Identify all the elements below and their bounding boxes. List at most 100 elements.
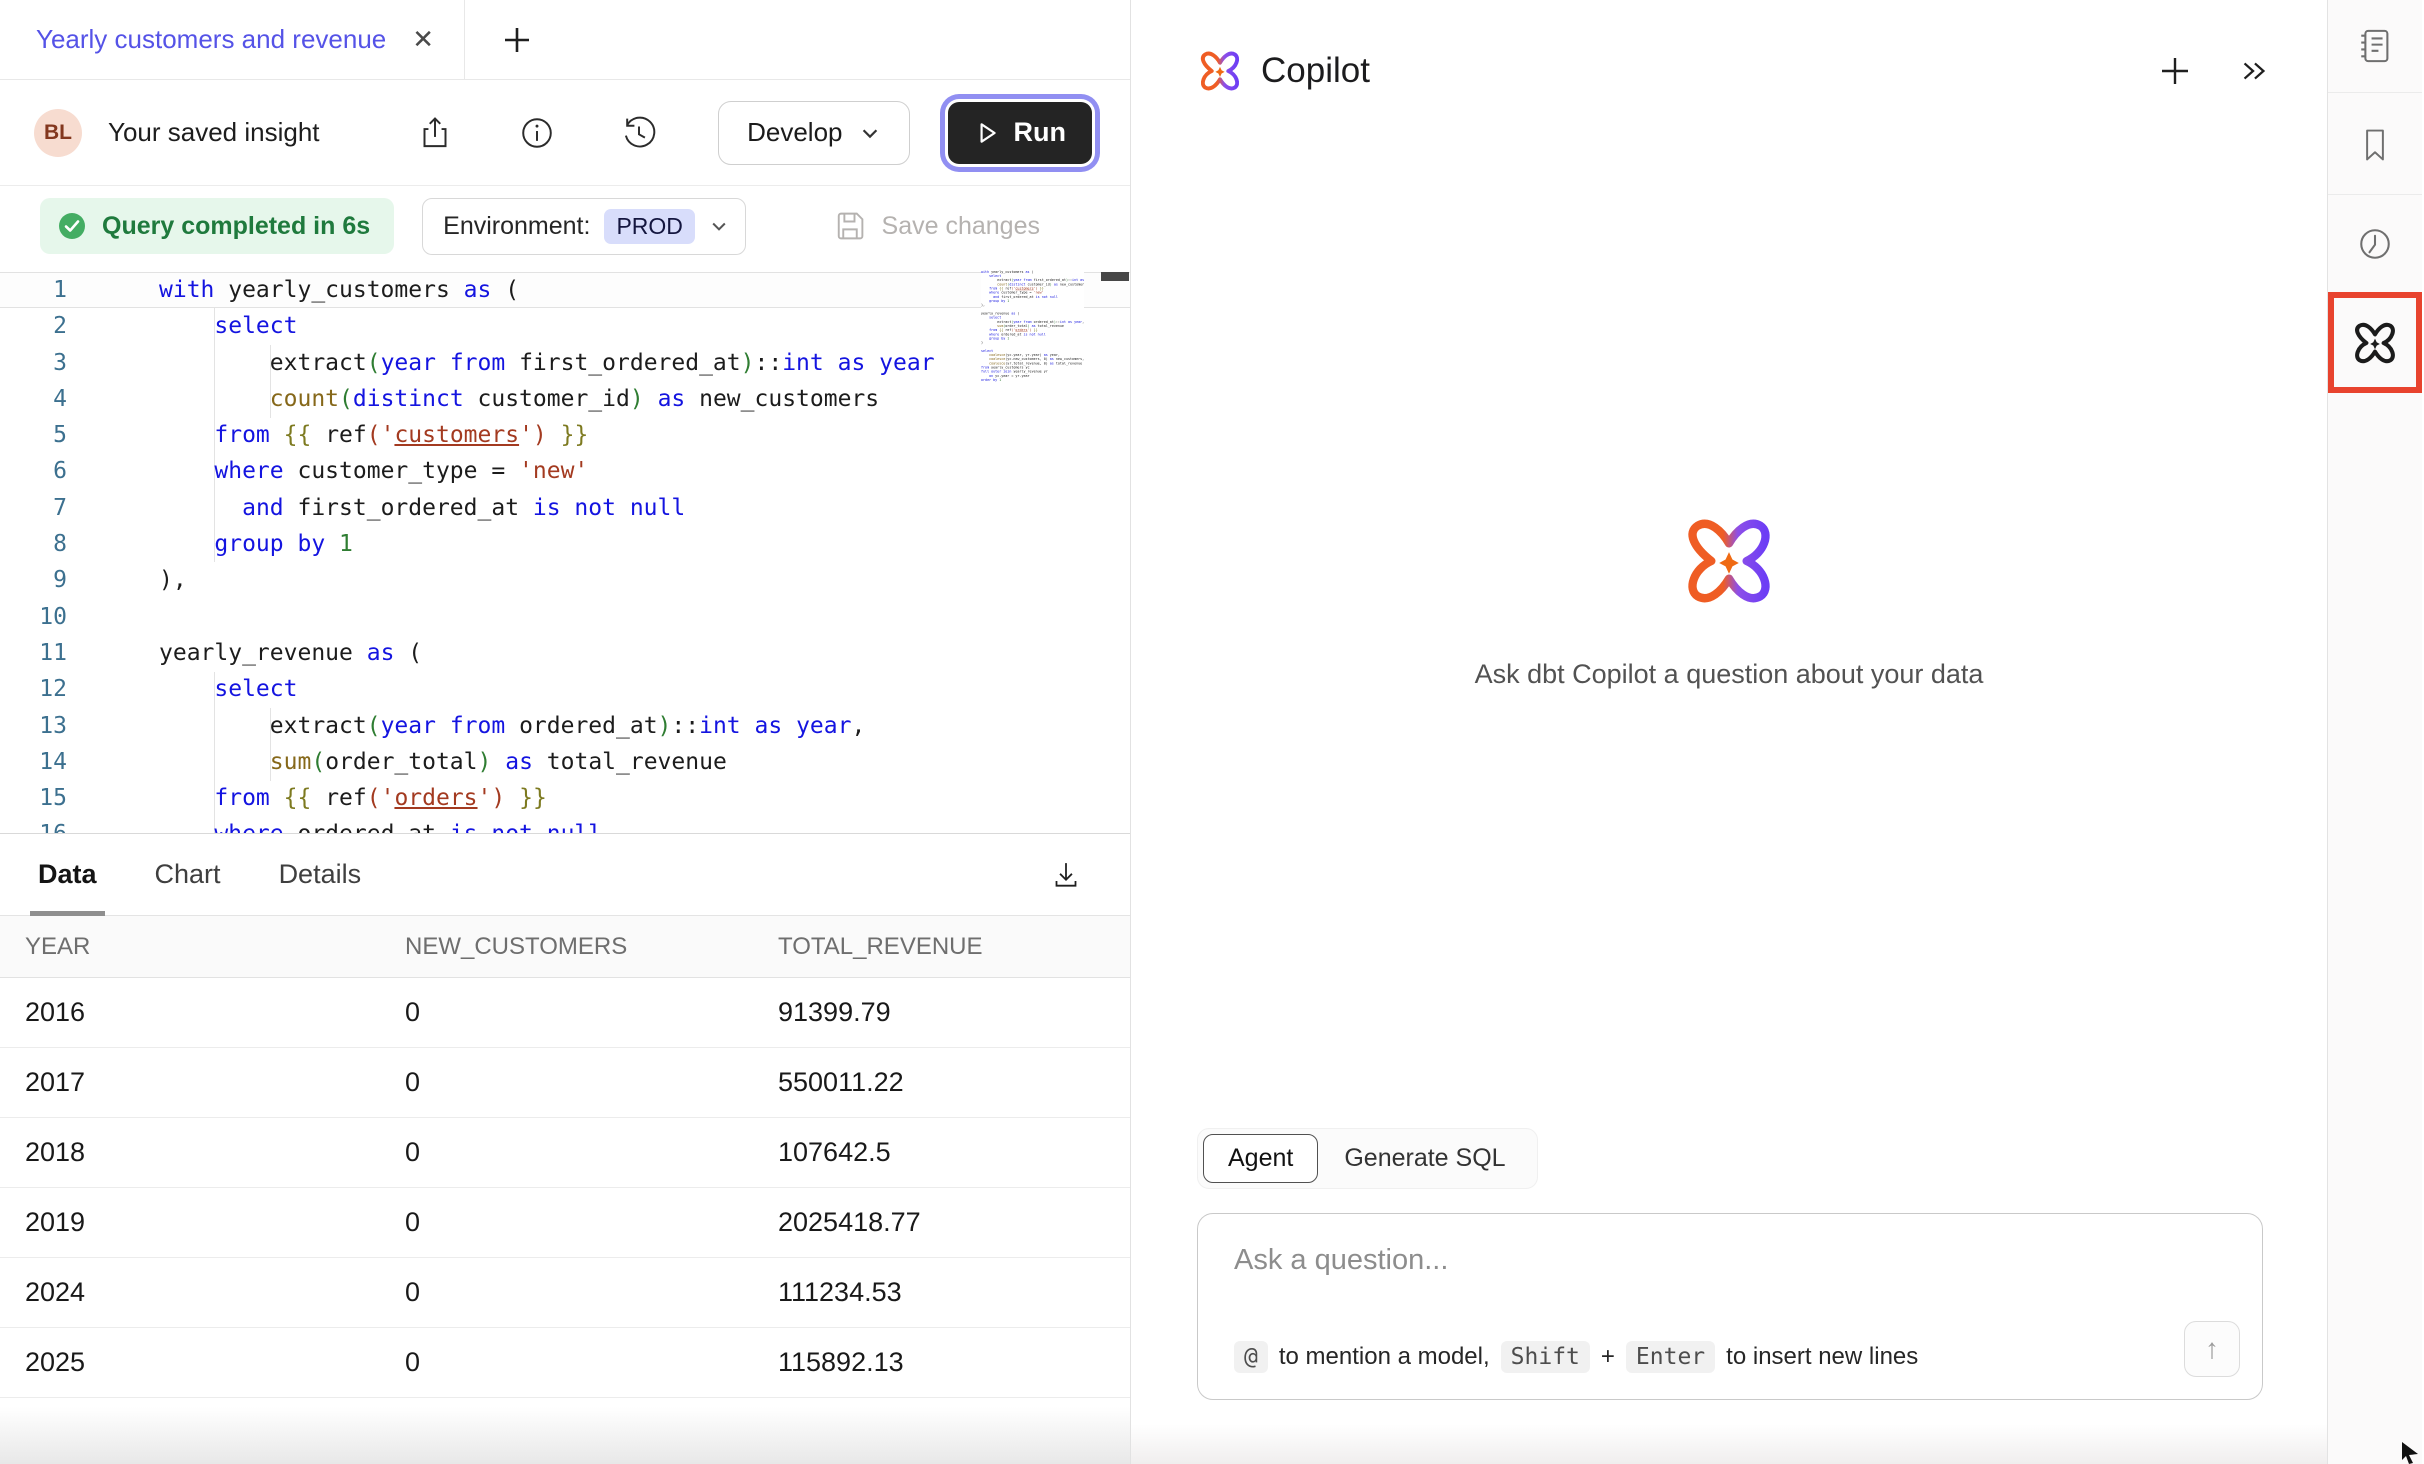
code-line[interactable]: 13 extract(year from ordered_at)::int as… xyxy=(0,708,1130,744)
table-row[interactable]: 20250115892.13 xyxy=(0,1328,1130,1398)
arrow-up-icon: ↑ xyxy=(2205,1333,2219,1364)
notebook-icon xyxy=(2353,24,2397,68)
code-line[interactable]: 16 where ordered_at is not null xyxy=(0,816,1130,833)
sidebar-item-lineage[interactable] xyxy=(2353,24,2397,68)
hint-newlines-text: to insert new lines xyxy=(1726,1343,1918,1371)
run-label: Run xyxy=(1014,117,1066,148)
bookmark-icon xyxy=(2354,124,2396,166)
results-tab-bar: Data Chart Details xyxy=(0,834,1130,916)
copilot-header: Copilot xyxy=(1197,48,2271,94)
copilot-bottom-fade xyxy=(1131,1424,2327,1464)
code-line[interactable]: 2 select xyxy=(0,308,1130,344)
develop-label: Develop xyxy=(747,117,842,148)
table-row[interactable]: 20240111234.53 xyxy=(0,1258,1130,1328)
dbt-copilot-icon xyxy=(2351,319,2399,367)
tab-yearly-customers-and-revenue[interactable]: Yearly customers and revenue ✕ xyxy=(0,0,465,79)
shift-key-chip: Shift xyxy=(1501,1341,1590,1373)
minimap[interactable]: with yearly_customers as ( select extrac… xyxy=(981,270,1084,410)
code-line[interactable]: 1with yearly_customers as ( xyxy=(0,272,1130,308)
table-row[interactable]: 20180107642.5 xyxy=(0,1118,1130,1188)
sidebar-item-copilot-active[interactable] xyxy=(2328,292,2422,393)
status-bar: Query completed in 6s Environment: PROD … xyxy=(0,186,1130,266)
info-icon xyxy=(516,112,558,154)
insight-toolbar: BL Your saved insight Develop Run xyxy=(0,80,1130,186)
chevron-down-icon xyxy=(859,122,881,144)
code-line[interactable]: 7 and first_ordered_at is not null xyxy=(0,490,1130,526)
hint-mention-text: to mention a model, xyxy=(1279,1343,1490,1371)
collapse-panel-button[interactable] xyxy=(2237,54,2271,88)
develop-button[interactable]: Develop xyxy=(718,101,909,165)
right-sidebar xyxy=(2328,0,2422,1464)
save-changes-button[interactable]: Save changes xyxy=(832,208,1040,244)
plus-icon xyxy=(499,22,535,58)
copilot-title: Copilot xyxy=(1261,51,1370,91)
input-placeholder: Ask a question... xyxy=(1234,1244,1448,1277)
dbt-copilot-logo-icon xyxy=(1197,48,1243,94)
results-header-row: YEAR NEW_CUSTOMERS TOTAL_REVENUE xyxy=(0,916,1130,978)
scrollbar-thumb[interactable] xyxy=(1101,272,1129,281)
bottom-fade xyxy=(0,1407,1130,1464)
column-header-new-customers[interactable]: NEW_CUSTOMERS xyxy=(405,933,778,961)
send-button[interactable]: ↑ xyxy=(2184,1321,2240,1377)
code-line[interactable]: 10 xyxy=(0,599,1130,635)
code-line[interactable]: 12 select xyxy=(0,671,1130,707)
copilot-empty-text: Ask dbt Copilot a question about your da… xyxy=(1131,659,2327,690)
environment-value-chip: PROD xyxy=(604,209,694,244)
code-line[interactable]: 4 count(distinct customer_id) as new_cus… xyxy=(0,381,1130,417)
new-chat-button[interactable] xyxy=(2157,53,2193,89)
clock-icon xyxy=(2353,222,2397,266)
at-key-chip: @ xyxy=(1234,1341,1268,1373)
share-button[interactable] xyxy=(414,112,456,154)
mode-agent-button[interactable]: Agent xyxy=(1203,1134,1318,1183)
code-line[interactable]: 6 where customer_type = 'new' xyxy=(0,453,1130,489)
sql-editor[interactable]: 1with yearly_customers as (2 select3 ext… xyxy=(0,266,1130,833)
tab-chart[interactable]: Chart xyxy=(155,834,221,915)
tab-details[interactable]: Details xyxy=(279,834,362,915)
copilot-header-actions xyxy=(2157,53,2271,89)
new-tab-button[interactable] xyxy=(499,0,535,79)
save-icon xyxy=(832,208,868,244)
environment-select[interactable]: Environment: PROD xyxy=(422,198,746,255)
close-icon[interactable]: ✕ xyxy=(412,24,434,55)
info-button[interactable] xyxy=(516,112,558,154)
play-icon xyxy=(974,120,1000,146)
insight-title: Your saved insight xyxy=(108,117,320,148)
copilot-panel: Copilot Ask dbt Copilot a question about… xyxy=(1131,0,2328,1464)
tab-bar: Yearly customers and revenue ✕ xyxy=(0,0,1130,80)
history-button[interactable] xyxy=(618,112,660,154)
minimap-code: with yearly_customers as ( select extrac… xyxy=(981,270,1084,382)
sidebar-item-bookmarks[interactable] xyxy=(2354,124,2396,166)
column-header-year[interactable]: YEAR xyxy=(25,933,405,961)
code-line[interactable]: 14 sum(order_total) as total_revenue xyxy=(0,744,1130,780)
enter-key-chip: Enter xyxy=(1626,1341,1715,1373)
query-status-text: Query completed in 6s xyxy=(102,212,370,241)
run-button[interactable]: Run xyxy=(948,102,1092,164)
code-line[interactable]: 8 group by 1 xyxy=(0,526,1130,562)
code-line[interactable]: 9), xyxy=(0,562,1130,598)
table-row[interactable]: 201902025418.77 xyxy=(0,1188,1130,1258)
download-button[interactable] xyxy=(1047,856,1085,894)
mode-generate-sql-button[interactable]: Generate SQL xyxy=(1318,1135,1531,1182)
tab-title: Yearly customers and revenue xyxy=(36,24,386,55)
results-panel: Data Chart Details YEAR NEW_CUSTOMERS TO… xyxy=(0,833,1130,1464)
code-line[interactable]: 5 from {{ ref('customers') }} xyxy=(0,417,1130,453)
sidebar-divider xyxy=(2328,194,2422,195)
table-row[interactable]: 2016091399.79 xyxy=(0,978,1130,1048)
code-line[interactable]: 11yearly_revenue as ( xyxy=(0,635,1130,671)
tab-data[interactable]: Data xyxy=(38,834,97,915)
share-icon xyxy=(414,112,456,154)
chevron-down-icon xyxy=(709,216,729,236)
code-line[interactable]: 3 extract(year from first_ordered_at)::i… xyxy=(0,345,1130,381)
query-status-badge: Query completed in 6s xyxy=(40,198,394,254)
editor-panel: Yearly customers and revenue ✕ BL Your s… xyxy=(0,0,1131,1464)
code-line[interactable]: 15 from {{ ref('orders') }} xyxy=(0,780,1130,816)
sidebar-item-history[interactable] xyxy=(2353,222,2397,266)
table-row[interactable]: 20170550011.22 xyxy=(0,1048,1130,1118)
column-header-total-revenue[interactable]: TOTAL_REVENUE xyxy=(778,933,1130,961)
chevron-double-right-icon xyxy=(2237,54,2271,88)
plus-icon xyxy=(2157,53,2193,89)
input-hint: @ to mention a model, Shift + Enter to i… xyxy=(1234,1341,1918,1373)
avatar[interactable]: BL xyxy=(34,109,82,157)
copilot-question-input[interactable]: Ask a question... @ to mention a model, … xyxy=(1197,1213,2263,1400)
code-lines: 1with yearly_customers as (2 select3 ext… xyxy=(0,272,1130,833)
